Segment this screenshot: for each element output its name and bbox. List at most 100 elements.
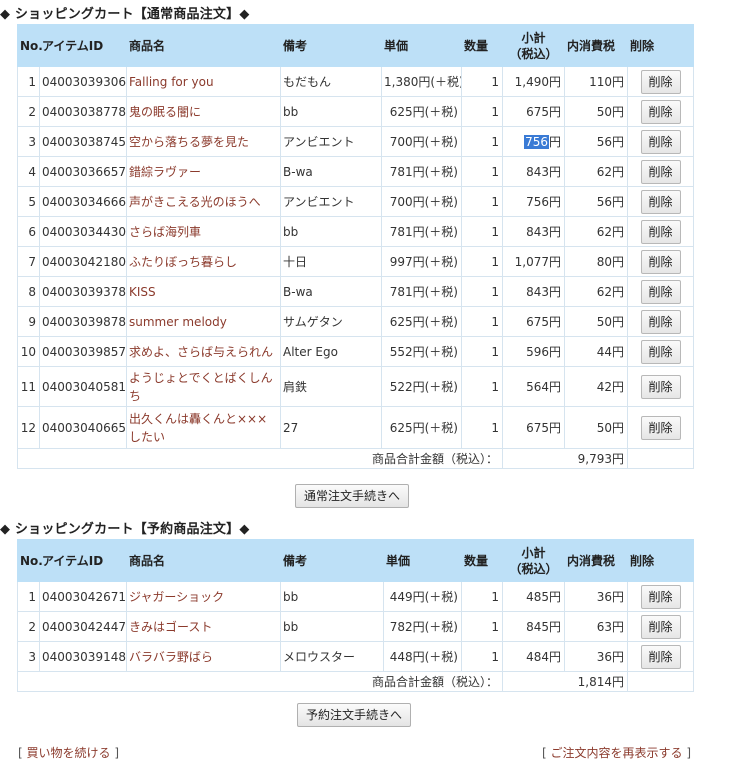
row-item-id: 040030398579 xyxy=(39,336,127,367)
row-subtotal: 1,077円 xyxy=(502,246,565,277)
table-row: 2 040030387784 鬼の眠る闇に bb 625円(＋税) 1 675円 50円 削除 xyxy=(17,96,694,127)
row-price: 700円(＋税) xyxy=(381,186,462,217)
row-qty: 1 xyxy=(461,641,503,672)
row-note: B-wa xyxy=(280,156,382,187)
row-item-id: 040030346661 xyxy=(39,186,127,217)
delete-button[interactable]: 削除 xyxy=(640,584,681,609)
row-tax: 110円 xyxy=(564,66,628,97)
row-item-id: 040030398782 xyxy=(39,306,127,337)
delete-button[interactable]: 削除 xyxy=(640,614,681,639)
reserve-checkout-button[interactable]: 予約注文手続きへ xyxy=(297,703,412,727)
row-item-name-link[interactable]: 空から落ちる夢を見た xyxy=(126,126,281,157)
row-no: 4 xyxy=(17,156,40,187)
row-subtotal-selected: 756 xyxy=(524,135,549,149)
delete-button[interactable]: 削除 xyxy=(640,129,681,154)
row-item-name-link[interactable]: きみはゴースト xyxy=(126,611,281,642)
row-item-name-link[interactable]: 鬼の眠る闇に xyxy=(126,96,281,127)
row-note: bb xyxy=(280,96,382,127)
col-qty: 数量 xyxy=(461,539,503,582)
delete-button[interactable]: 削除 xyxy=(640,644,681,669)
table-row: 2 040030424474 きみはゴースト bb 782円(＋税) 1 845円 63円 削除 xyxy=(17,611,694,642)
row-item-name-link[interactable]: Falling for you xyxy=(126,66,281,97)
row-item-name-link[interactable]: 声がきこえる光のほうへ xyxy=(126,186,281,217)
row-item-name-link[interactable]: KISS xyxy=(126,276,281,307)
normal-checkout-button[interactable]: 通常注文手続きへ xyxy=(295,484,410,508)
row-note: アンビエント xyxy=(280,186,382,217)
row-price: 449円(＋税) xyxy=(383,581,462,612)
row-tax: 50円 xyxy=(564,96,628,127)
row-note: 27 xyxy=(280,406,382,449)
row-delete-cell: 削除 xyxy=(627,336,694,367)
row-item-name-link[interactable]: バラバラ野ばら xyxy=(126,641,281,672)
bracket-close: ] xyxy=(686,746,692,760)
row-price: 1,380円(＋税) xyxy=(381,66,462,97)
table-row: 8 040030393781 KISS B-wa 781円(＋税) 1 843円 62円 削除 xyxy=(17,276,694,307)
row-note: 肩鉄 xyxy=(280,366,382,407)
delete-button[interactable]: 削除 xyxy=(640,339,681,364)
col-delete: 削除 xyxy=(627,539,694,582)
row-item-name-link[interactable]: ジャガーショック xyxy=(126,581,281,612)
col-item-id: アイテムID xyxy=(39,24,127,67)
review-order-label: ご注文内容を再表示する xyxy=(550,746,683,760)
row-delete-cell: 削除 xyxy=(627,366,694,407)
table-row: 7 040030421806 ふたりぼっち暮らし 十日 997円(＋税) 1 1,077円 8… xyxy=(17,246,694,277)
table-row: 11 040030405818 ようじょとでくとばくしんち 肩鉄 522円(＋税) 1 56… xyxy=(17,366,694,407)
normal-header-row: No. アイテムID 商品名 備考 単価 数量 小計 （税込） 内消費税 削除 xyxy=(17,24,694,67)
review-order-link[interactable]: [ ご注文内容を再表示する ] xyxy=(542,744,691,761)
row-no: 5 xyxy=(17,186,40,217)
delete-button[interactable]: 削除 xyxy=(640,309,681,334)
bracket-open: [ xyxy=(542,746,547,760)
row-item-name-link[interactable]: 求めよ、さらば与えられん xyxy=(126,336,281,367)
delete-button[interactable]: 削除 xyxy=(640,99,681,124)
row-subtotal: 484円 xyxy=(502,641,565,672)
row-no: 1 xyxy=(17,581,40,612)
row-note: bb xyxy=(280,216,382,247)
col-tax: 内消費税 xyxy=(564,24,628,67)
normal-cart-title: ◆ ショッピングカート【通常商品注文】◆ xyxy=(0,7,250,22)
row-subtotal-unit: 円 xyxy=(548,135,561,149)
delete-button[interactable]: 削除 xyxy=(640,279,681,304)
row-item-name-link[interactable]: 出久くんは轟くんと×××したい xyxy=(126,406,281,449)
row-delete-cell: 削除 xyxy=(627,216,694,247)
continue-shopping-label: 買い物を続ける xyxy=(26,746,111,760)
row-item-name-link[interactable]: summer melody xyxy=(126,306,281,337)
delete-button[interactable]: 削除 xyxy=(640,249,681,274)
delete-button[interactable]: 削除 xyxy=(640,219,681,244)
row-price: 782円(＋税) xyxy=(383,611,462,642)
row-no: 11 xyxy=(17,366,40,407)
continue-shopping-link[interactable]: [ 買い物を続ける ] xyxy=(18,744,119,761)
row-tax: 44円 xyxy=(564,336,628,367)
reserve-cart-title: ◆ ショッピングカート【予約商品注文】◆ xyxy=(0,522,250,537)
row-subtotal: 675円 xyxy=(502,306,565,337)
row-tax: 36円 xyxy=(564,581,628,612)
row-subtotal: 843円 xyxy=(502,276,565,307)
row-item-id: 040030424474 xyxy=(39,611,127,642)
delete-button[interactable]: 削除 xyxy=(640,69,681,94)
row-no: 6 xyxy=(17,216,40,247)
row-subtotal: 843円 xyxy=(502,156,565,187)
row-item-name-link[interactable]: ようじょとでくとばくしんち xyxy=(126,366,281,407)
row-subtotal: 1,490円 xyxy=(502,66,565,97)
row-item-id: 040030426714 xyxy=(39,581,127,612)
delete-button[interactable]: 削除 xyxy=(640,415,681,440)
row-item-name-link[interactable]: さらば海列車 xyxy=(126,216,281,247)
row-subtotal: 756円 xyxy=(502,126,565,157)
row-delete-cell: 削除 xyxy=(627,306,694,337)
delete-button[interactable]: 削除 xyxy=(640,374,681,399)
row-no: 2 xyxy=(17,96,40,127)
row-subtotal: 756円 xyxy=(502,186,565,217)
row-note: 十日 xyxy=(280,246,382,277)
col-subtotal: 小計 （税込） xyxy=(502,24,565,67)
row-delete-cell: 削除 xyxy=(627,276,694,307)
row-item-name-link[interactable]: ふたりぼっち暮らし xyxy=(126,246,281,277)
row-subtotal: 596円 xyxy=(502,336,565,367)
table-row: 1 040030426714 ジャガーショック bb 449円(＋税) 1 485円 36円削… xyxy=(17,581,694,612)
delete-button[interactable]: 削除 xyxy=(640,159,681,184)
row-item-name-link[interactable]: 錯綜ラヴァー xyxy=(126,156,281,187)
row-note: bb xyxy=(280,611,384,642)
row-qty: 1 xyxy=(461,406,503,449)
row-subtotal: 675円 xyxy=(502,406,565,449)
delete-button[interactable]: 削除 xyxy=(640,189,681,214)
row-subtotal: 485円 xyxy=(502,581,565,612)
row-price: 522円(＋税) xyxy=(381,366,462,407)
